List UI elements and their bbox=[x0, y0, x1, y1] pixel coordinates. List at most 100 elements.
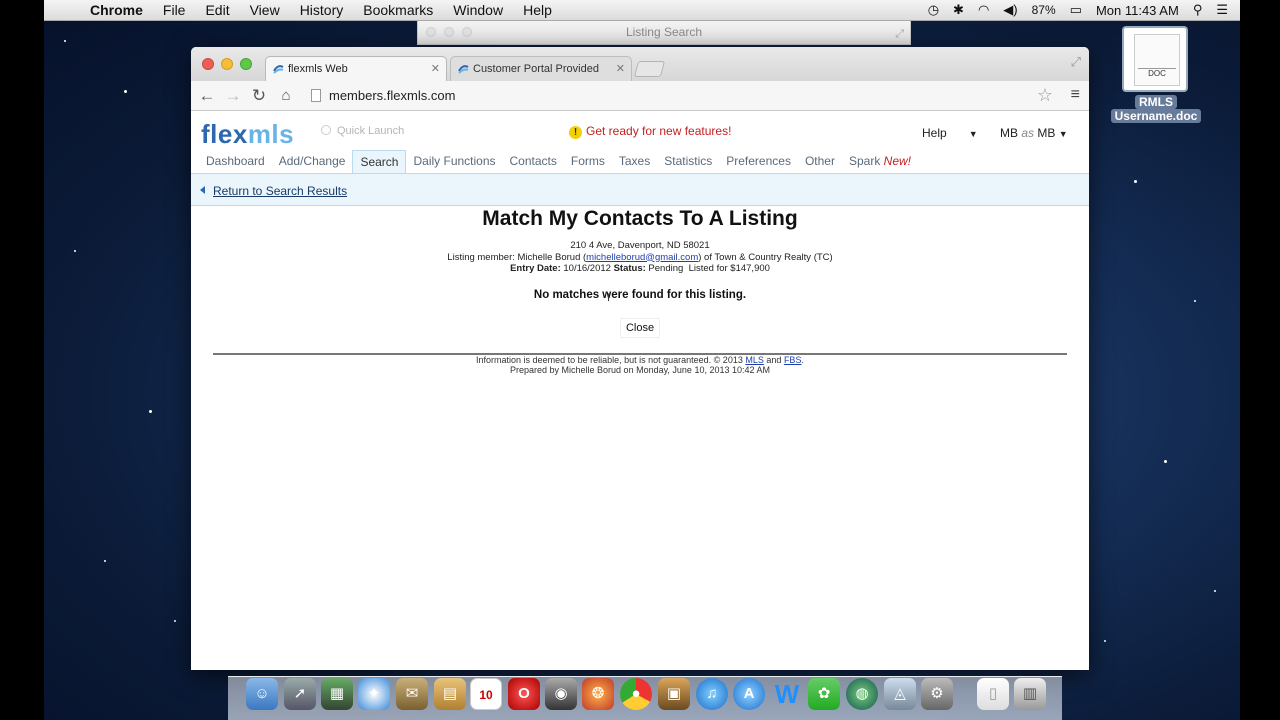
new-tab-button[interactable] bbox=[633, 61, 666, 77]
close-window-button[interactable] bbox=[202, 58, 214, 70]
sub-navigation-bar: Return to Search Results bbox=[191, 173, 1089, 206]
launchpad-icon[interactable]: ➚ bbox=[284, 678, 316, 710]
firefox-icon[interactable]: ❂ bbox=[582, 678, 614, 710]
chrome-icon[interactable]: ● bbox=[620, 678, 652, 710]
menu-history[interactable]: History bbox=[290, 2, 354, 18]
iphoto-icon[interactable]: ▣ bbox=[658, 678, 690, 710]
calendar-icon[interactable]: 10 bbox=[470, 678, 502, 710]
minimize-window-button[interactable] bbox=[221, 58, 233, 70]
fbs-link[interactable]: FBS bbox=[784, 355, 802, 365]
warning-icon: ! bbox=[569, 126, 582, 139]
menu-view[interactable]: View bbox=[240, 2, 290, 18]
user-to: MB bbox=[1037, 126, 1056, 140]
preview-icon[interactable]: ◬ bbox=[884, 678, 916, 710]
evernote-icon[interactable]: ✿ bbox=[808, 678, 840, 710]
camera-icon[interactable]: ◉ bbox=[545, 678, 577, 710]
time-machine-icon[interactable]: ◷ bbox=[928, 2, 939, 18]
logo-part-mls: mls bbox=[247, 119, 295, 149]
letterbox-left bbox=[0, 0, 44, 720]
nav-daily-functions[interactable]: Daily Functions bbox=[406, 150, 502, 175]
close-button[interactable]: Close bbox=[620, 318, 660, 338]
desktop-file-label-line1: RMLS bbox=[1135, 95, 1177, 109]
trash-icon[interactable]: ▥ bbox=[1014, 678, 1046, 710]
nav-taxes[interactable]: Taxes bbox=[612, 150, 657, 175]
nav-dashboard[interactable]: Dashboard bbox=[199, 150, 272, 175]
nav-forms[interactable]: Forms bbox=[564, 150, 612, 175]
flexmls-favicon-icon bbox=[458, 65, 469, 74]
tab-flexmls-web[interactable]: flexmls Web ✕ bbox=[265, 56, 447, 81]
bluetooth-icon[interactable]: ✱ bbox=[953, 2, 964, 18]
fullscreen-icon[interactable]: ⤢ bbox=[895, 23, 904, 45]
opera-icon[interactable]: O bbox=[508, 678, 540, 710]
status-label: Status: bbox=[613, 263, 646, 274]
menu-bookmarks[interactable]: Bookmarks bbox=[353, 2, 443, 18]
doc-badge: DOC bbox=[1138, 68, 1176, 80]
volume-icon[interactable]: ◀) bbox=[1003, 2, 1017, 18]
user-menu[interactable]: MB as MB ▼ bbox=[1000, 126, 1068, 140]
return-to-search-results-link[interactable]: Return to Search Results bbox=[213, 184, 347, 198]
word-icon[interactable]: W bbox=[771, 678, 803, 710]
nav-other[interactable]: Other bbox=[798, 150, 842, 175]
battery-percent[interactable]: 87% bbox=[1032, 3, 1056, 17]
desktop-file-label[interactable]: RMLS Username.doc bbox=[1106, 95, 1206, 123]
home-icon[interactable]: ⌂ bbox=[275, 84, 297, 108]
letterbox-right bbox=[1240, 0, 1280, 720]
new-features-notice[interactable]: ! Get ready for new features! bbox=[569, 124, 731, 139]
tab-strip: flexmls Web ✕ Customer Portal Provided ✕… bbox=[191, 47, 1089, 81]
address-bar[interactable]: members.flexmls.com bbox=[306, 86, 1058, 106]
zoom-window-button[interactable] bbox=[240, 58, 252, 70]
search-icon bbox=[321, 125, 331, 135]
forward-arrow-icon[interactable]: → bbox=[222, 84, 244, 108]
menu-file[interactable]: File bbox=[153, 2, 196, 18]
flexmls-header: flexmls Quick Launch ! Get ready for new … bbox=[191, 111, 1089, 175]
system-preferences-icon[interactable]: ⚙ bbox=[921, 678, 953, 710]
mls-link[interactable]: MLS bbox=[745, 355, 764, 365]
nav-contacts[interactable]: Contacts bbox=[503, 150, 564, 175]
fullscreen-icon[interactable]: ⤢ bbox=[1071, 54, 1081, 70]
nav-add-change[interactable]: Add/Change bbox=[272, 150, 353, 175]
contacts-icon[interactable]: ▤ bbox=[434, 678, 466, 710]
spotlight-search-icon[interactable]: ⚲ bbox=[1193, 2, 1203, 18]
tab-close-icon[interactable]: ✕ bbox=[616, 57, 625, 81]
background-window-titlebar[interactable]: Listing Search ⤢ bbox=[417, 21, 911, 45]
app-store-icon[interactable]: A bbox=[733, 678, 765, 710]
menu-window[interactable]: Window bbox=[443, 2, 513, 18]
menu-edit[interactable]: Edit bbox=[195, 2, 239, 18]
chrome-menu-icon[interactable]: ≡ bbox=[1071, 85, 1080, 105]
user-as: as bbox=[1021, 126, 1035, 140]
nav-spark[interactable]: Spark New! bbox=[842, 150, 918, 175]
flexmls-logo[interactable]: flexmls bbox=[201, 119, 294, 149]
help-menu[interactable]: Help ▼ bbox=[922, 126, 978, 140]
nav-preferences[interactable]: Preferences bbox=[719, 150, 798, 175]
footer-line-1-text: Information is deemed to be reliable, bu… bbox=[476, 355, 743, 365]
menubar-clock[interactable]: Mon 11:43 AM bbox=[1096, 3, 1179, 18]
reload-icon[interactable]: ↻ bbox=[248, 84, 270, 108]
footer-line-2: Prepared by Michelle Borud on Monday, Ju… bbox=[510, 365, 770, 375]
quick-launch-input[interactable]: Quick Launch bbox=[321, 125, 404, 137]
itunes-icon[interactable]: ♫ bbox=[696, 678, 728, 710]
desktop-file-icon[interactable]: DOC bbox=[1122, 26, 1188, 92]
mission-control-icon[interactable]: ▦ bbox=[321, 678, 353, 710]
tab-title: flexmls Web bbox=[288, 63, 348, 75]
safari-icon[interactable]: ✦ bbox=[358, 678, 390, 710]
nav-search[interactable]: Search bbox=[352, 150, 407, 175]
footer-and: and bbox=[766, 355, 782, 365]
notification-center-icon[interactable]: ☰ bbox=[1216, 2, 1228, 18]
menu-help[interactable]: Help bbox=[513, 2, 562, 18]
listing-member-email-link[interactable]: michelleborud@gmail.com bbox=[586, 252, 698, 263]
listing-info: 210 4 Ave, Davenport, ND 58021 Listing m… bbox=[191, 240, 1089, 275]
bookmark-star-icon[interactable]: ☆ bbox=[1037, 85, 1053, 106]
tab-customer-portal[interactable]: Customer Portal Provided ✕ bbox=[450, 56, 632, 81]
back-arrow-icon[interactable]: ← bbox=[196, 84, 218, 108]
network-globe-icon[interactable]: ◍ bbox=[846, 678, 878, 710]
page-icon bbox=[311, 89, 321, 102]
finder-icon[interactable]: ☺ bbox=[246, 678, 278, 710]
nav-statistics[interactable]: Statistics bbox=[657, 150, 719, 175]
mail-icon[interactable]: ✉ bbox=[396, 678, 428, 710]
documents-stack-icon[interactable]: ▯ bbox=[977, 678, 1009, 710]
tab-close-icon[interactable]: ✕ bbox=[431, 57, 440, 81]
battery-icon[interactable]: ▭ bbox=[1070, 2, 1082, 18]
wifi-icon[interactable]: ◠ bbox=[978, 2, 989, 18]
logo-part-flex: flex bbox=[201, 119, 248, 149]
menu-app-name[interactable]: Chrome bbox=[80, 2, 153, 18]
